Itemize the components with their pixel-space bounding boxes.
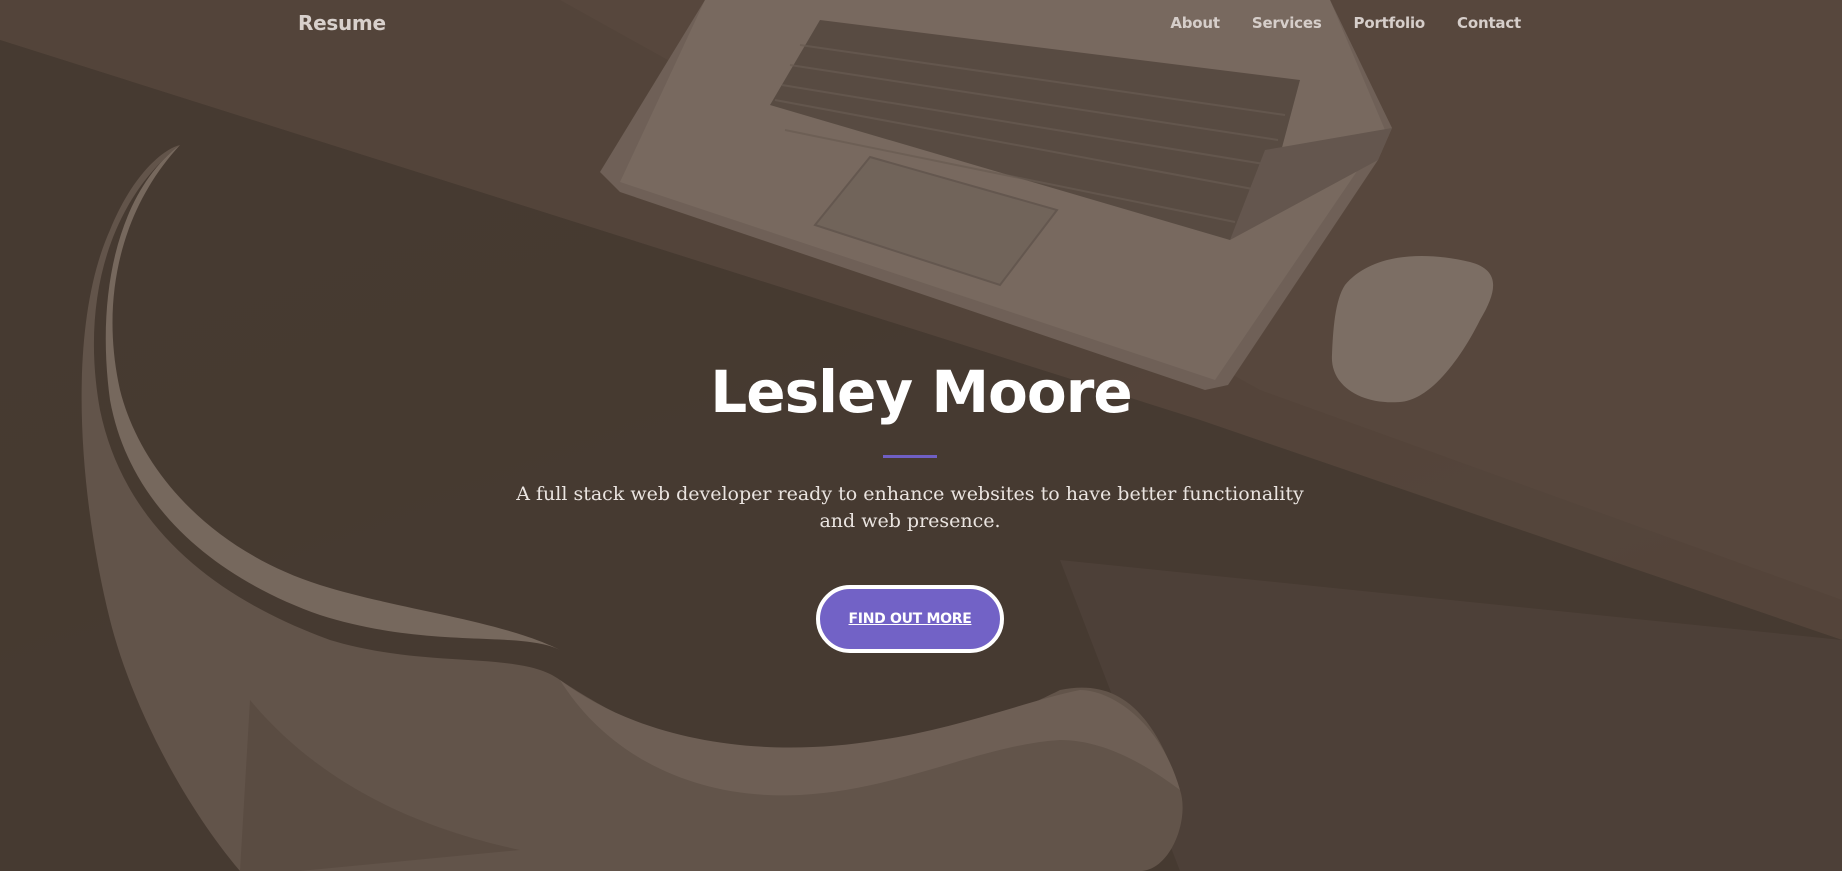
- navbar: Resume About Services Portfolio Contact: [0, 0, 1842, 50]
- hero-title: Lesley Moore: [710, 358, 1132, 426]
- nav-links: About Services Portfolio Contact: [1138, 14, 1521, 32]
- hero-background-image: [0, 0, 1842, 871]
- find-out-more-button[interactable]: Find Out More: [816, 585, 1004, 653]
- nav-link-services[interactable]: Services: [1252, 14, 1322, 32]
- nav-link-contact[interactable]: Contact: [1457, 14, 1521, 32]
- nav-link-about[interactable]: About: [1170, 14, 1220, 32]
- hero-section: Resume About Services Portfolio Contact …: [0, 0, 1842, 871]
- nav-link-portfolio[interactable]: Portfolio: [1354, 14, 1426, 32]
- brand-link[interactable]: Resume: [298, 11, 386, 35]
- hero-subtitle: A full stack web developer ready to enha…: [516, 483, 1304, 532]
- title-divider: [883, 455, 937, 458]
